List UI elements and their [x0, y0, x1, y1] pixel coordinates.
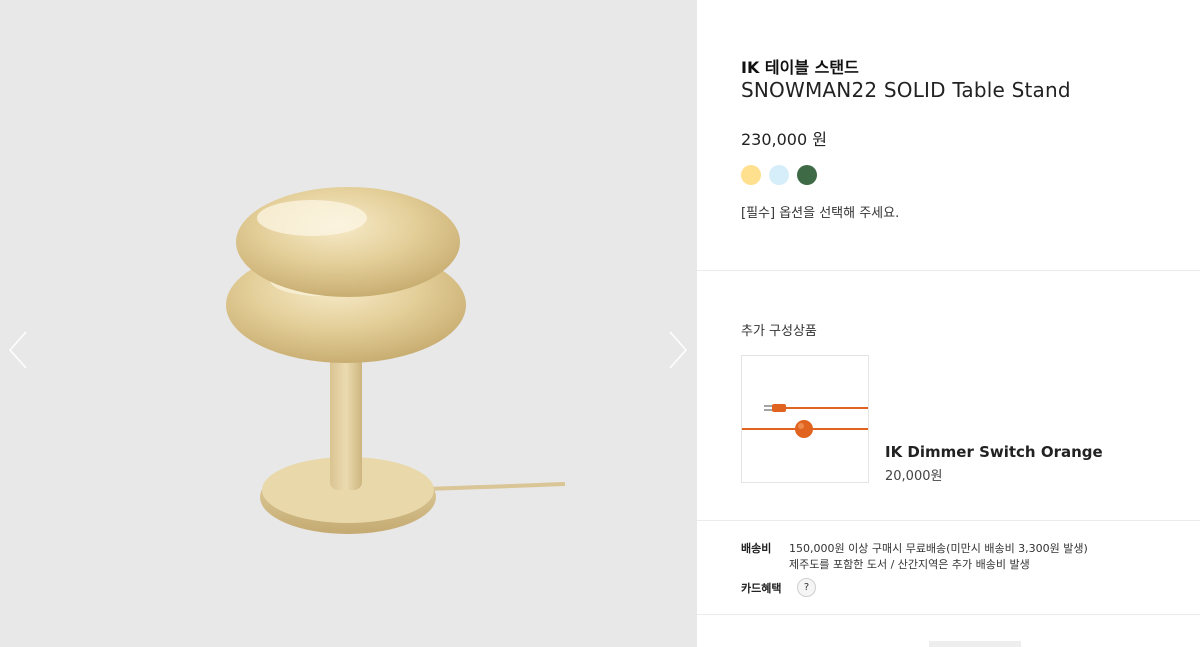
addon-product-thumbnail[interactable] — [741, 355, 869, 483]
addon-product-name[interactable]: IK Dimmer Switch Orange — [885, 443, 1103, 461]
product-brand: IK 테이블 스탠드 — [741, 58, 859, 77]
shipping-info-line2: 제주도를 포함한 도서 / 산간지역은 추가 배송비 발생 — [789, 558, 1030, 571]
gallery-next-arrow-icon[interactable] — [668, 330, 688, 370]
divider — [697, 520, 1200, 521]
bottom-tabs — [929, 641, 1021, 647]
addon-product-price: 20,000원 — [885, 469, 943, 484]
dimmer-switch-image — [742, 404, 868, 438]
color-swatches — [741, 165, 817, 185]
card-benefit-label: 카드혜택 — [741, 582, 782, 595]
product-image-lamp — [226, 187, 566, 534]
product-gallery — [0, 0, 697, 647]
gallery-prev-arrow-icon[interactable] — [8, 330, 28, 370]
color-swatch-green[interactable] — [797, 165, 817, 185]
product-title: SNOWMAN22 SOLID Table Stand — [741, 78, 1071, 102]
divider — [697, 270, 1200, 271]
option-required-message: [필수] 옵션을 선택해 주세요. — [741, 206, 900, 221]
product-price: 230,000 원 — [741, 130, 827, 149]
shipping-label: 배송비 — [741, 542, 772, 555]
card-benefit-help-icon[interactable]: ? — [797, 578, 816, 597]
shipping-info-line1: 150,000원 이상 구매시 무료배송(미만시 배송비 3,300원 발생) — [789, 542, 1088, 555]
divider — [697, 614, 1200, 615]
product-info-panel: IK 테이블 스탠드 SNOWMAN22 SOLID Table Stand 2… — [697, 0, 1200, 647]
addon-section-title: 추가 구성상품 — [741, 324, 817, 339]
color-swatch-yellow[interactable] — [741, 165, 761, 185]
color-swatch-light-blue[interactable] — [769, 165, 789, 185]
